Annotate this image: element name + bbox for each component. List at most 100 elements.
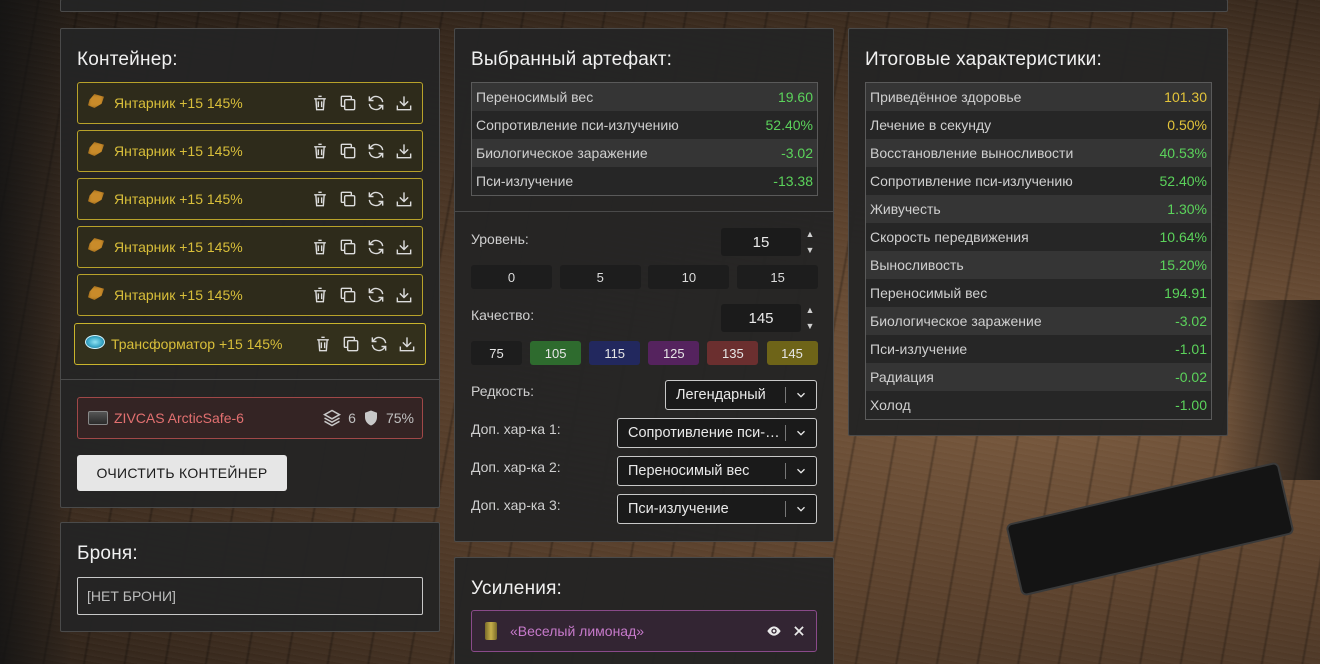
extra1-select[interactable]: Сопротивление пси-излучению	[617, 418, 817, 448]
stat-row: Переносимый вес 194.91	[866, 279, 1211, 307]
stat-row: Приведённое здоровье 101.30	[866, 83, 1211, 111]
stat-label: Живучесть	[870, 201, 941, 217]
stat-value: -0.02	[1175, 369, 1207, 385]
transformer-artifact-icon	[85, 335, 105, 353]
copy-icon[interactable]	[338, 93, 358, 113]
level-down-icon[interactable]: ▼	[806, 244, 815, 256]
container-panel: Контейнер: Янтарник +15 145% Янтарник +15…	[60, 28, 440, 508]
quality-stepper[interactable]: ▲ ▼	[804, 304, 816, 332]
stat-value: -1.00	[1175, 397, 1207, 413]
level-preset-button[interactable]: 10	[648, 265, 730, 289]
totals-panel: Итоговые характеристики: Приведённое здо…	[848, 28, 1228, 436]
copy-icon[interactable]	[338, 189, 358, 209]
stat-value: 101.30	[1164, 89, 1207, 105]
stat-value: 19.60	[777, 89, 813, 105]
copy-icon[interactable]	[338, 285, 358, 305]
container-item[interactable]: ZIVCAS ArcticSafe-6 6 75%	[77, 397, 423, 439]
download-icon[interactable]	[394, 237, 414, 257]
totals-title: Итоговые характеристики:	[865, 49, 1102, 70]
top-bar	[60, 0, 1228, 12]
quality-preset-button[interactable]: 75	[471, 341, 522, 365]
quality-preset-button[interactable]: 125	[648, 341, 700, 365]
stat-label: Сопротивление пси-излучению	[870, 173, 1073, 189]
chevron-down-icon	[786, 502, 816, 516]
artifact-row[interactable]: Трансформатор +15 145%	[74, 323, 426, 365]
download-icon[interactable]	[394, 189, 414, 209]
refresh-icon[interactable]	[366, 285, 386, 305]
close-icon[interactable]	[792, 624, 806, 638]
amber-artifact-icon	[88, 238, 106, 256]
trash-icon[interactable]	[310, 237, 330, 257]
refresh-icon[interactable]	[369, 334, 389, 354]
divider	[455, 211, 833, 212]
trash-icon[interactable]	[310, 189, 330, 209]
trash-icon[interactable]	[310, 285, 330, 305]
container-icon	[88, 411, 108, 425]
level-preset-button[interactable]: 5	[559, 265, 641, 289]
download-icon[interactable]	[397, 334, 417, 354]
quality-down-icon[interactable]: ▼	[806, 320, 815, 332]
extra2-select[interactable]: Переносимый вес	[617, 456, 817, 486]
container-title: Контейнер:	[77, 49, 178, 70]
chevron-down-icon	[786, 464, 816, 478]
chevron-down-icon	[786, 388, 816, 402]
stat-row: Переносимый вес 19.60	[472, 83, 817, 111]
stat-label: Пси-излучение	[870, 341, 968, 357]
extra3-select[interactable]: Пси-излучение	[617, 494, 817, 524]
artifact-row[interactable]: Янтарник +15 145%	[77, 130, 423, 172]
refresh-icon[interactable]	[366, 237, 386, 257]
trash-icon[interactable]	[310, 141, 330, 161]
trash-icon[interactable]	[313, 334, 333, 354]
download-icon[interactable]	[394, 93, 414, 113]
artifact-name: Трансформатор +15 145%	[111, 336, 283, 352]
stat-row: Скорость передвижения 10.64%	[866, 223, 1211, 251]
armor-select[interactable]: [НЕТ БРОНИ]	[77, 577, 423, 615]
refresh-icon[interactable]	[366, 93, 386, 113]
container-slots: 6	[348, 410, 356, 426]
quality-preset-button[interactable]: 145	[766, 341, 818, 365]
refresh-icon[interactable]	[366, 141, 386, 161]
extra1-label: Доп. хар-ка 1:	[471, 421, 561, 437]
layers-icon	[323, 409, 342, 427]
stat-row: Биологическое заражение -3.02	[472, 139, 817, 167]
armor-panel: Броня: [НЕТ БРОНИ]	[60, 522, 440, 632]
stat-row: Живучесть 1.30%	[866, 195, 1211, 223]
selected-artifact-panel: Выбранный артефакт: Переносимый вес 19.60…	[454, 28, 834, 542]
copy-icon[interactable]	[338, 237, 358, 257]
copy-icon[interactable]	[341, 334, 361, 354]
quality-input[interactable]: 145	[721, 304, 801, 332]
artifact-name: Янтарник +15 145%	[114, 143, 243, 159]
level-label: Уровень:	[471, 231, 529, 247]
stat-label: Скорость передвижения	[870, 229, 1029, 245]
stat-label: Приведённое здоровье	[870, 89, 1022, 105]
level-stepper[interactable]: ▲ ▼	[804, 228, 816, 256]
artifact-row[interactable]: Янтарник +15 145%	[77, 178, 423, 220]
level-preset-button[interactable]: 15	[737, 265, 819, 289]
trash-icon[interactable]	[310, 93, 330, 113]
boost-item[interactable]: «Веселый лимонад»	[471, 610, 817, 652]
level-preset-button[interactable]: 0	[471, 265, 552, 289]
refresh-icon[interactable]	[366, 189, 386, 209]
stat-value: 1.30%	[1167, 201, 1207, 217]
quality-preset-button[interactable]: 115	[589, 341, 641, 365]
extra3-value: Пси-излучение	[628, 501, 729, 517]
download-icon[interactable]	[394, 285, 414, 305]
quality-preset-button[interactable]: 135	[707, 341, 759, 365]
clear-container-button[interactable]: ОЧИСТИТЬ КОНТЕЙНЕР	[77, 455, 287, 491]
amber-artifact-icon	[88, 190, 106, 208]
quality-up-icon[interactable]: ▲	[806, 304, 815, 316]
level-up-icon[interactable]: ▲	[806, 228, 815, 240]
copy-icon[interactable]	[338, 141, 358, 161]
artifact-row[interactable]: Янтарник +15 145%	[77, 82, 423, 124]
level-input[interactable]: 15	[721, 228, 801, 256]
stat-label: Лечение в секунду	[870, 117, 992, 133]
stat-value: 15.20%	[1159, 257, 1207, 273]
eye-icon[interactable]	[766, 623, 782, 639]
download-icon[interactable]	[394, 141, 414, 161]
artifact-row[interactable]: Янтарник +15 145%	[77, 226, 423, 268]
stat-value: 10.64%	[1159, 229, 1207, 245]
quality-preset-button[interactable]: 105	[530, 341, 582, 365]
rarity-select[interactable]: Легендарный	[665, 380, 817, 410]
artifact-row[interactable]: Янтарник +15 145%	[77, 274, 423, 316]
container-name: ZIVCAS ArcticSafe-6	[114, 410, 244, 426]
